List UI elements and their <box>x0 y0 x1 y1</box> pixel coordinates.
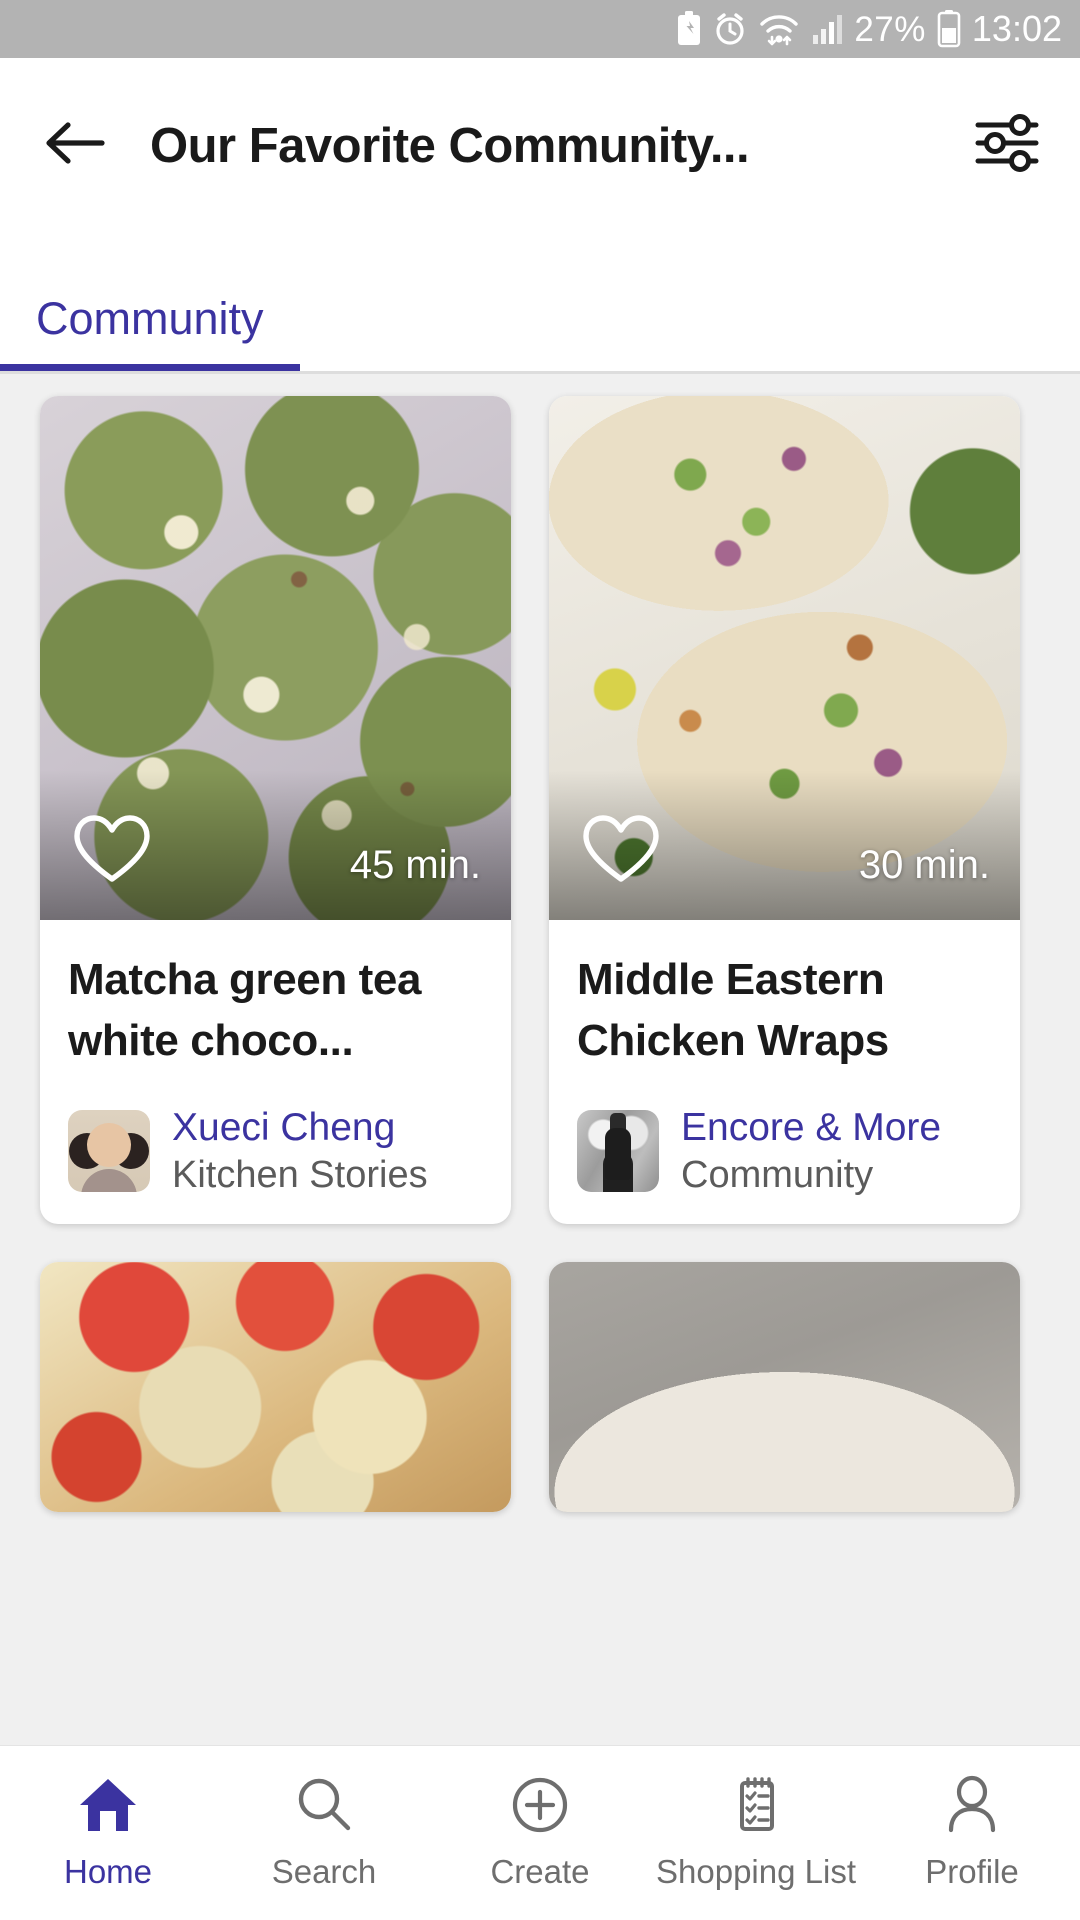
back-button[interactable] <box>38 109 112 183</box>
battery-saver-icon <box>676 11 702 47</box>
pasta-bowl-photo <box>549 1261 1020 1512</box>
cook-duration: 30 min. <box>858 843 990 887</box>
bottom-navigation: Home Search Create Shopping List Profile <box>0 1745 1080 1920</box>
status-bar: 27% 13:02 <box>0 0 1080 58</box>
filter-button[interactable] <box>972 111 1042 181</box>
author-name[interactable]: Encore & More <box>681 1104 941 1152</box>
person-icon <box>940 1775 1004 1840</box>
wifi-icon <box>758 12 800 46</box>
avatar <box>577 1109 659 1192</box>
back-arrow-icon <box>44 119 106 172</box>
recipe-image: 30 min. <box>549 396 1020 920</box>
plus-circle-icon <box>508 1775 572 1840</box>
nav-item-shopping-list[interactable]: Shopping List <box>648 1775 864 1891</box>
avatar-xueci-cheng <box>68 1109 150 1192</box>
recipe-card[interactable]: 45 min. Matcha green tea white choco... … <box>40 396 511 1224</box>
app-header: Our Favorite Community... <box>0 58 1080 233</box>
clipboard-list-icon <box>724 1775 788 1840</box>
tomato-bake-photo <box>40 1261 511 1512</box>
nav-item-home[interactable]: Home <box>0 1775 216 1891</box>
recipe-author[interactable]: Xueci Cheng Kitchen Stories <box>68 1104 483 1198</box>
recipe-card[interactable]: 30 min. Middle Eastern Chicken Wraps Enc… <box>549 396 1020 1224</box>
favorite-heart-icon[interactable] <box>72 813 152 890</box>
page-title: Our Favorite Community... <box>150 118 750 173</box>
author-text-group: Encore & More Community <box>681 1104 941 1198</box>
recipe-card[interactable] <box>549 1261 1020 1512</box>
recipe-feed[interactable]: 45 min. Matcha green tea white choco... … <box>0 374 1080 1886</box>
avatar <box>68 1109 150 1192</box>
recipe-image: 45 min. <box>40 396 511 920</box>
recipe-image <box>549 1261 1020 1512</box>
nav-label: Home <box>63 1853 153 1890</box>
filter-sliders-icon <box>974 112 1040 179</box>
author-source: Kitchen Stories <box>172 1153 428 1196</box>
recipe-title: Matcha green tea white choco... <box>68 955 422 1065</box>
author-name[interactable]: Xueci Cheng <box>172 1104 428 1152</box>
home-icon <box>76 1775 140 1840</box>
battery-icon <box>937 10 961 48</box>
nav-label: Create <box>490 1853 590 1890</box>
recipe-card-body: Middle Eastern Chicken Wraps Encore & Mo… <box>549 920 1020 1224</box>
nav-label: Shopping List <box>656 1853 856 1890</box>
avatar-encore-and-more <box>577 1109 659 1192</box>
cook-duration: 45 min. <box>349 843 481 887</box>
recipe-card-body: Matcha green tea white choco... Xueci Ch… <box>40 920 511 1224</box>
tab-community[interactable]: Community <box>0 293 300 371</box>
recipe-author[interactable]: Encore & More Community <box>577 1104 992 1198</box>
recipe-title: Middle Eastern Chicken Wraps <box>577 955 889 1065</box>
recipe-grid: 45 min. Matcha green tea white choco... … <box>40 396 1040 1512</box>
nav-label: Search <box>271 1853 377 1890</box>
search-icon <box>292 1775 356 1840</box>
nav-item-profile[interactable]: Profile <box>864 1775 1080 1891</box>
nav-item-create[interactable]: Create <box>432 1775 648 1891</box>
favorite-heart-icon[interactable] <box>581 813 661 890</box>
signal-icon <box>811 13 843 45</box>
nav-item-search[interactable]: Search <box>216 1775 432 1891</box>
recipe-card[interactable] <box>40 1261 511 1512</box>
alarm-icon <box>713 12 747 46</box>
battery-percentage: 27% <box>854 9 926 49</box>
tab-label: Community <box>36 293 264 344</box>
recipe-image <box>40 1261 511 1512</box>
author-text-group: Xueci Cheng Kitchen Stories <box>172 1104 428 1198</box>
clock-time: 13:02 <box>971 8 1062 49</box>
tab-bar: Community <box>0 233 1080 371</box>
nav-label: Profile <box>925 1853 1019 1890</box>
author-source: Community <box>681 1153 874 1196</box>
